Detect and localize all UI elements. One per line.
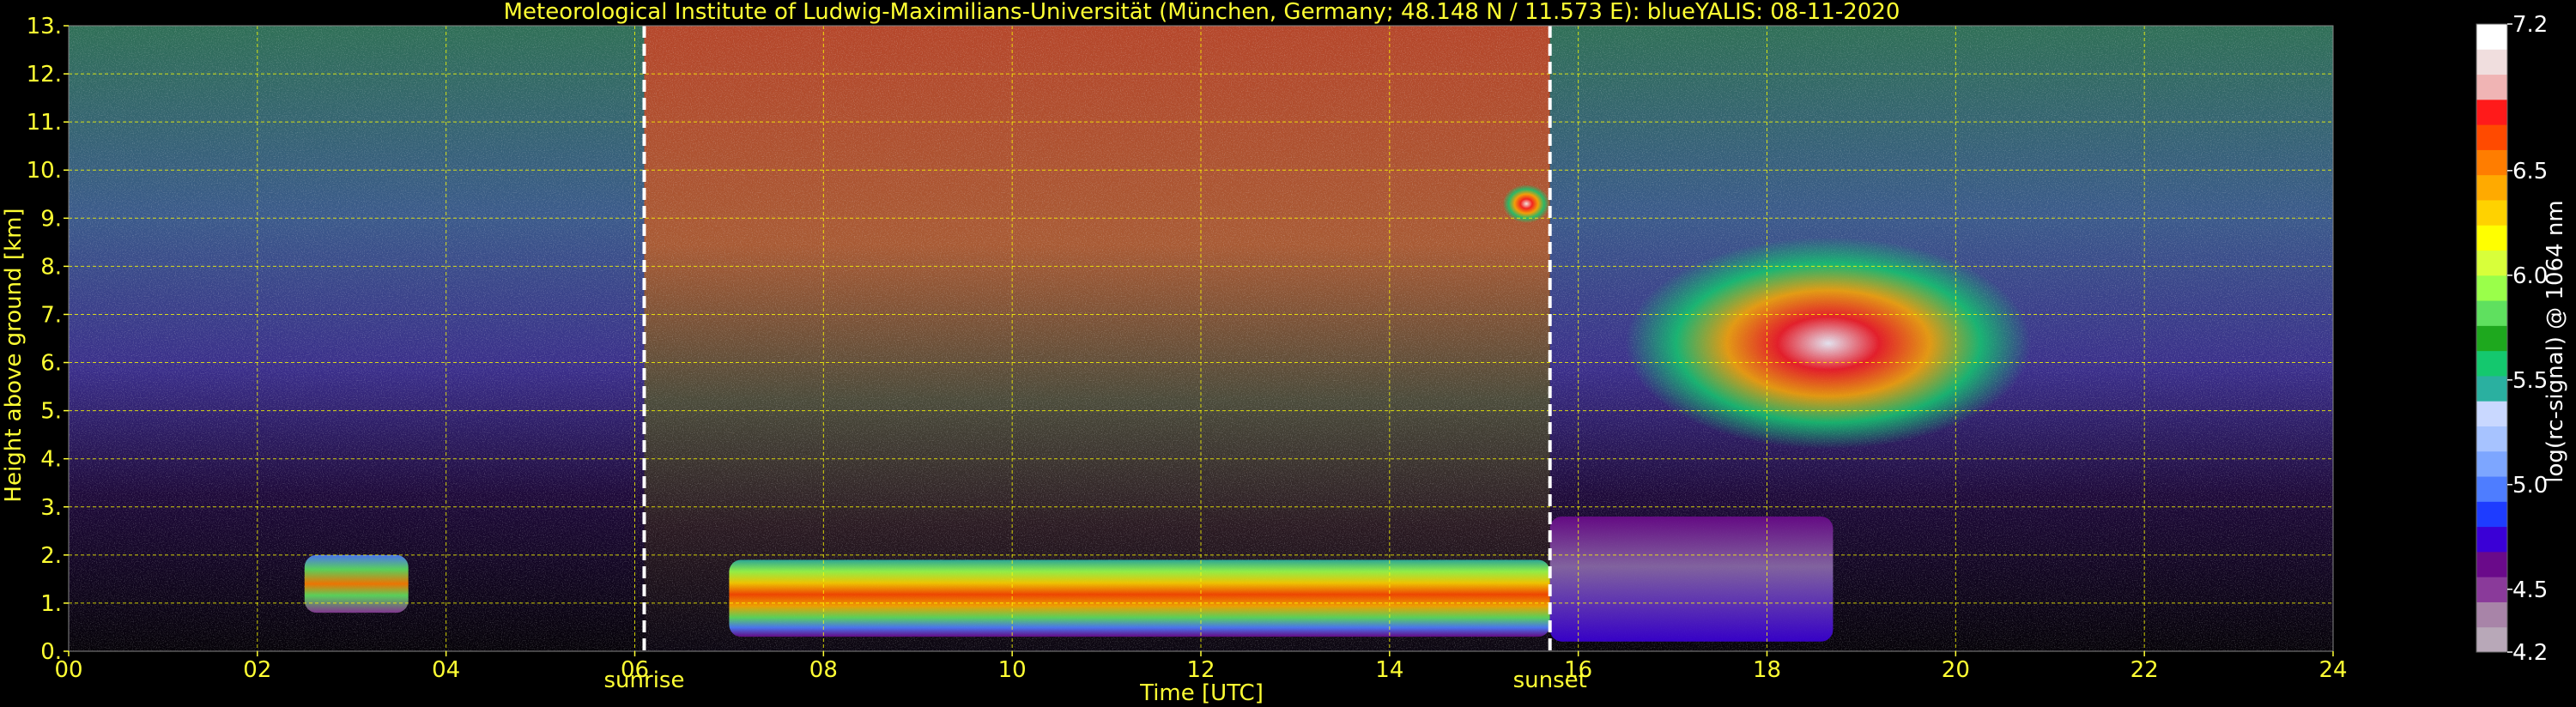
y-tick-label: 12. — [27, 62, 62, 88]
colorbar-segment — [2476, 74, 2507, 100]
x-tick-label: 08 — [809, 657, 838, 683]
colorbar-label: log(rc-signal) @ 1064 nm — [2543, 200, 2568, 482]
y-tick-label: 9. — [40, 206, 62, 232]
colorbar-segment — [2476, 149, 2507, 176]
colorbar-segment — [2476, 24, 2507, 50]
colorbar-segment — [2476, 199, 2507, 226]
colorbar-segment — [2476, 426, 2507, 452]
x-tick-label: 22 — [2131, 657, 2159, 683]
colorbar-segment — [2476, 476, 2507, 502]
colorbar-segment — [2476, 375, 2507, 402]
plot-area — [68, 25, 2334, 652]
colorbar-segment — [2476, 250, 2507, 276]
y-tick-label: 11. — [27, 110, 62, 136]
y-tick-label: 8. — [40, 254, 62, 280]
y-tick-label: 13. — [27, 14, 62, 39]
sunset-label: sunset — [1513, 668, 1587, 693]
colorbar-segment — [2476, 325, 2507, 352]
colorbar-segment — [2476, 401, 2507, 426]
colorbar-segment — [2476, 601, 2507, 628]
boundary-layer-aerosol-feature — [729, 559, 1550, 638]
x-tick-label: 24 — [2318, 657, 2347, 683]
x-tick-label: 20 — [1942, 657, 1970, 683]
x-tick-label: 18 — [1753, 657, 1781, 683]
y-tick-label: 2. — [40, 543, 62, 569]
y-tick-label: 1. — [40, 591, 62, 617]
lidar-chart: Meteorological Institute of Ludwig-Maxim… — [0, 0, 2576, 707]
y-tick-label: 6. — [40, 351, 62, 377]
colorbar-segment — [2476, 174, 2507, 201]
y-axis-label: Height above ground [km] — [1, 208, 27, 502]
y-tick-label: 10. — [27, 158, 62, 184]
y-tick-label: 5. — [40, 399, 62, 425]
colorbar-segment — [2476, 450, 2507, 477]
y-tick-label: 3. — [40, 495, 62, 521]
x-axis-label: Time [UTC] — [1139, 680, 1264, 706]
x-tick-label: 04 — [432, 657, 460, 683]
colorbar-segment — [2476, 626, 2507, 653]
chart-title: Meteorological Institute of Ludwig-Maxim… — [504, 0, 1900, 25]
sunrise-label: sunrise — [604, 668, 685, 693]
colorbar-segment — [2476, 577, 2507, 602]
x-tick-label: 10 — [998, 657, 1027, 683]
y-tick-label: 4. — [40, 447, 62, 473]
colorbar-tick-label: 4.5 — [2512, 577, 2548, 603]
colorbar-segment — [2476, 225, 2507, 251]
colorbar-segment — [2476, 99, 2507, 125]
colorbar-segment — [2476, 526, 2507, 553]
x-tick-label: 02 — [243, 657, 271, 683]
y-tick-label: 7. — [40, 302, 62, 328]
y-tick-label: 0. — [40, 639, 62, 665]
residual-layer-feature — [1549, 516, 1834, 642]
colorbar-segment — [2476, 501, 2507, 528]
x-tick-label: 12 — [1186, 657, 1215, 683]
daylight-noise — [644, 26, 1550, 495]
colorbar-segment — [2476, 551, 2507, 577]
cirrus-cloud-feature — [1625, 237, 2032, 450]
night-aerosol-layer-feature — [304, 554, 409, 613]
colorbar-segment — [2476, 275, 2507, 301]
colorbar-segment — [2476, 49, 2507, 76]
x-tick-label: 14 — [1375, 657, 1403, 683]
colorbar-segment — [2476, 124, 2507, 150]
colorbar-tick-label: 7.2 — [2512, 12, 2548, 38]
cirrus-cloud-top-feature — [1502, 184, 1550, 223]
colorbar-segment — [2476, 350, 2507, 377]
colorbar-tick-label: 6.5 — [2512, 159, 2548, 184]
colorbar-tick-label: 4.2 — [2512, 640, 2548, 666]
colorbar-segment — [2476, 300, 2507, 326]
